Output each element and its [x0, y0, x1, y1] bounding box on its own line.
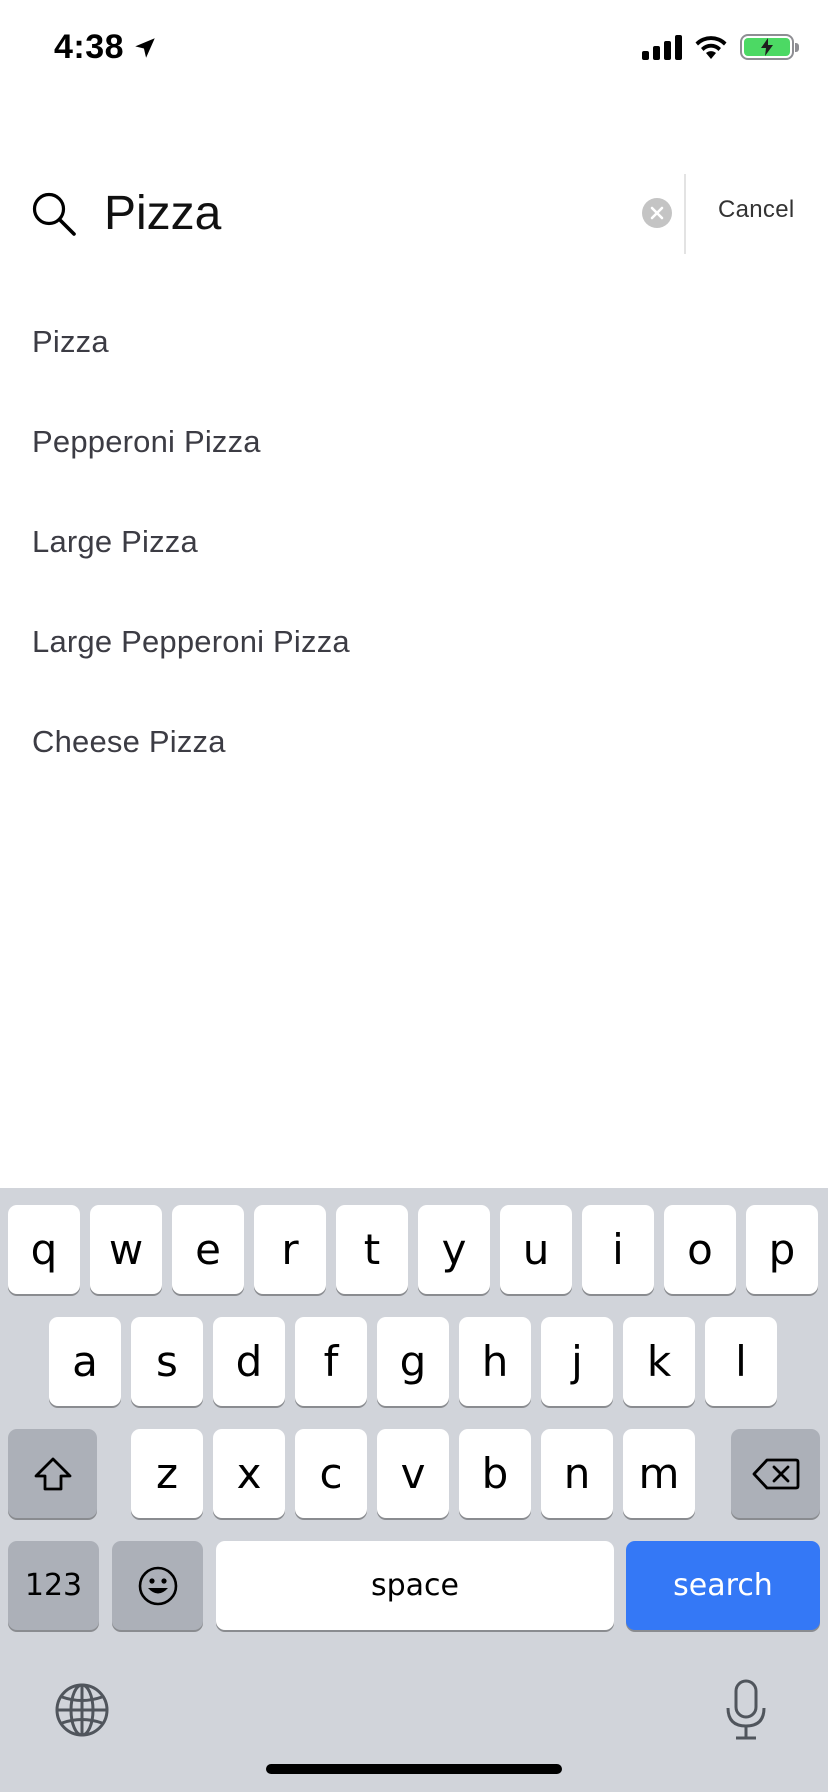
status-time: 4:38	[54, 28, 158, 67]
key-w[interactable]: w	[90, 1205, 162, 1294]
key-r[interactable]: r	[254, 1205, 326, 1294]
key-k[interactable]: k	[623, 1317, 695, 1406]
key-j[interactable]: j	[541, 1317, 613, 1406]
key-z[interactable]: z	[131, 1429, 203, 1518]
shift-icon	[34, 1457, 71, 1490]
suggestion-list: Pizza Pepperoni Pizza Large Pizza Large …	[0, 292, 828, 792]
suggestion-item[interactable]: Large Pepperoni Pizza	[0, 592, 828, 692]
shift-key[interactable]	[8, 1429, 97, 1518]
key-a[interactable]: a	[49, 1317, 121, 1406]
key-u[interactable]: u	[500, 1205, 572, 1294]
home-indicator	[266, 1764, 562, 1774]
key-g[interactable]: g	[377, 1317, 449, 1406]
emoji-key[interactable]	[112, 1541, 203, 1630]
key-h[interactable]: h	[459, 1317, 531, 1406]
key-d[interactable]: d	[213, 1317, 285, 1406]
suggestion-item[interactable]: Pizza	[0, 292, 828, 392]
microphone-icon[interactable]	[722, 1678, 770, 1742]
key-x[interactable]: x	[213, 1429, 285, 1518]
status-bar: 4:38	[0, 0, 828, 100]
keyboard: q w e r t y u i o p a s d f g h j k l z …	[0, 1188, 828, 1792]
clear-search-button[interactable]	[642, 198, 672, 228]
backspace-icon	[752, 1458, 799, 1489]
key-p[interactable]: p	[746, 1205, 818, 1294]
key-b[interactable]: b	[459, 1429, 531, 1518]
key-y[interactable]: y	[418, 1205, 490, 1294]
emoji-icon	[138, 1566, 177, 1605]
key-s[interactable]: s	[131, 1317, 203, 1406]
space-key[interactable]: space	[216, 1541, 614, 1630]
suggestion-item[interactable]: Large Pizza	[0, 492, 828, 592]
cancel-button[interactable]: Cancel	[718, 196, 795, 224]
search-key[interactable]: search	[626, 1541, 820, 1630]
key-c[interactable]: c	[295, 1429, 367, 1518]
status-time-text: 4:38	[54, 28, 125, 66]
suggestion-item[interactable]: Pepperoni Pizza	[0, 392, 828, 492]
search-input[interactable]: Pizza	[104, 182, 221, 246]
key-q[interactable]: q	[8, 1205, 80, 1294]
numbers-key[interactable]: 123	[8, 1541, 99, 1630]
location-arrow-icon	[135, 37, 155, 58]
search-icon	[32, 192, 76, 236]
key-n[interactable]: n	[541, 1429, 613, 1518]
search-bar: Pizza Cancel	[0, 170, 828, 260]
key-l[interactable]: l	[705, 1317, 777, 1406]
suggestion-item[interactable]: Cheese Pizza	[0, 692, 828, 792]
search-divider	[684, 174, 686, 254]
key-o[interactable]: o	[664, 1205, 736, 1294]
key-t[interactable]: t	[336, 1205, 408, 1294]
close-icon	[650, 206, 664, 220]
backspace-key[interactable]	[731, 1429, 820, 1518]
key-i[interactable]: i	[582, 1205, 654, 1294]
cellular-signal-icon	[642, 34, 682, 60]
key-f[interactable]: f	[295, 1317, 367, 1406]
battery-charging-icon	[740, 34, 799, 60]
status-icons	[642, 34, 799, 60]
wifi-icon	[695, 36, 727, 59]
key-v[interactable]: v	[377, 1429, 449, 1518]
key-e[interactable]: e	[172, 1205, 244, 1294]
key-m[interactable]: m	[623, 1429, 695, 1518]
globe-icon[interactable]	[54, 1682, 110, 1738]
